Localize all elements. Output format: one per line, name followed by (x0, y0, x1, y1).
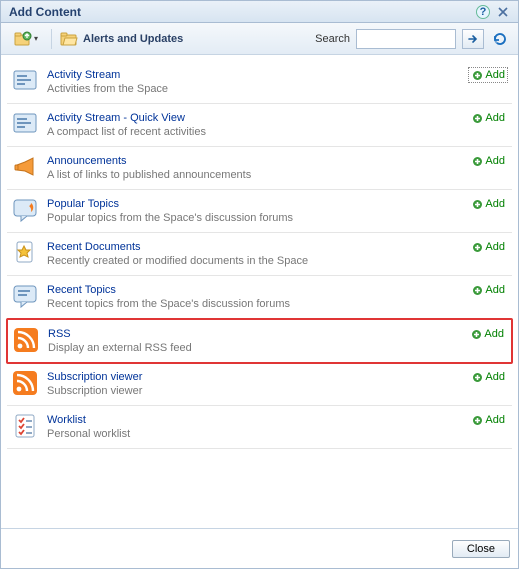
list-item-title[interactable]: Activity Stream - Quick View (47, 112, 468, 124)
list-item-desc: Display an external RSS feed (48, 342, 467, 354)
add-button-label: Add (484, 328, 504, 340)
refresh-icon (491, 30, 509, 48)
worklist-icon (11, 412, 39, 440)
list-item: Popular Topics Popular topics from the Sp… (7, 190, 512, 233)
add-button[interactable]: Add (468, 239, 508, 255)
plus-icon (471, 371, 483, 383)
list-item-body: Activity Stream Activities from the Space (47, 67, 468, 95)
list-item-body: RSS Display an external RSS feed (48, 326, 467, 354)
activity-stream-icon (11, 110, 39, 138)
close-button[interactable]: Close (452, 540, 510, 558)
search-input[interactable] (356, 29, 456, 49)
add-button-label: Add (485, 69, 505, 81)
add-button-label: Add (485, 155, 505, 167)
add-button[interactable]: Add (468, 369, 508, 385)
plus-icon (471, 155, 483, 167)
list-item-desc: Recently created or modified documents i… (47, 255, 468, 267)
arrow-right-icon (467, 33, 479, 45)
dialog-header: Add Content ? (1, 1, 518, 23)
plus-icon (471, 198, 483, 210)
content-list: Activity Stream Activities from the Space… (1, 55, 518, 528)
add-button-label: Add (485, 414, 505, 426)
list-item: Activity Stream Activities from the Space… (7, 61, 512, 104)
dialog-header-actions: ? (476, 5, 510, 19)
folder-up-icon (14, 30, 32, 48)
list-item-desc: A compact list of recent activities (47, 126, 468, 138)
list-item: Subscription viewer Subscription viewer Ad… (7, 363, 512, 406)
add-button[interactable]: Add (468, 153, 508, 169)
list-item: Activity Stream - Quick View A compact li… (7, 104, 512, 147)
rss-icon (12, 326, 40, 354)
list-item-desc: Recent topics from the Space's discussio… (47, 298, 468, 310)
refresh-button[interactable] (490, 29, 510, 49)
plus-icon (470, 328, 482, 340)
toolbar: ▾ Alerts and Updates Search (1, 23, 518, 55)
list-item-body: Activity Stream - Quick View A compact li… (47, 110, 468, 138)
add-content-dialog: Add Content ? ▾ Alerts and Upda (0, 0, 519, 569)
list-item-desc: Subscription viewer (47, 385, 468, 397)
document-star-icon (11, 239, 39, 267)
list-item: Announcements A list of links to publishe… (7, 147, 512, 190)
plus-icon (471, 414, 483, 426)
list-item-desc: Popular topics from the Space's discussi… (47, 212, 468, 224)
add-button[interactable]: Add (468, 67, 508, 83)
announcement-icon (11, 153, 39, 181)
list-item-title[interactable]: Popular Topics (47, 198, 468, 210)
plus-icon (471, 112, 483, 124)
help-icon[interactable]: ? (476, 5, 490, 19)
add-button[interactable]: Add (467, 326, 507, 342)
dialog-title: Add Content (9, 5, 81, 19)
close-icon[interactable] (496, 5, 510, 19)
add-button[interactable]: Add (468, 196, 508, 212)
list-item-body: Recent Topics Recent topics from the Spac… (47, 282, 468, 310)
list-item: Recent Documents Recently created or modi… (7, 233, 512, 276)
list-item-title[interactable]: Worklist (47, 414, 468, 426)
add-button-label: Add (485, 198, 505, 210)
add-button-label: Add (485, 112, 505, 124)
add-button-label: Add (485, 284, 505, 296)
plus-icon (471, 69, 483, 81)
breadcrumb[interactable]: Alerts and Updates (60, 30, 183, 48)
toolbar-separator (51, 29, 52, 49)
list-item-body: Subscription viewer Subscription viewer (47, 369, 468, 397)
list-item-title[interactable]: Recent Topics (47, 284, 468, 296)
list-item-body: Announcements A list of links to publishe… (47, 153, 468, 181)
list-item-title[interactable]: Recent Documents (47, 241, 468, 253)
search-go-button[interactable] (462, 29, 484, 49)
add-button[interactable]: Add (468, 412, 508, 428)
list-item-body: Worklist Personal worklist (47, 412, 468, 440)
activity-stream-icon (11, 67, 39, 95)
list-item-desc: Personal worklist (47, 428, 468, 440)
list-item-body: Recent Documents Recently created or modi… (47, 239, 468, 267)
list-item-title[interactable]: Announcements (47, 155, 468, 167)
chevron-down-icon: ▾ (34, 34, 38, 43)
plus-icon (471, 241, 483, 253)
dialog-footer: Close (1, 528, 518, 568)
list-item-body: Popular Topics Popular topics from the Sp… (47, 196, 468, 224)
list-item-title[interactable]: Activity Stream (47, 69, 468, 81)
breadcrumb-label: Alerts and Updates (83, 33, 183, 45)
folder-open-icon (60, 30, 78, 48)
list-item-title[interactable]: Subscription viewer (47, 371, 468, 383)
list-item-desc: A list of links to published announcemen… (47, 169, 468, 181)
list-item-desc: Activities from the Space (47, 83, 468, 95)
add-button[interactable]: Add (468, 282, 508, 298)
search-label: Search (315, 33, 350, 45)
recent-topics-icon (11, 282, 39, 310)
add-button[interactable]: Add (468, 110, 508, 126)
list-item: RSS Display an external RSS feed Add (6, 318, 513, 364)
list-item: Worklist Personal worklist Add (7, 406, 512, 449)
plus-icon (471, 284, 483, 296)
list-item: Recent Topics Recent topics from the Spac… (7, 276, 512, 319)
toolbar-right: Search (315, 29, 510, 49)
popular-topics-icon (11, 196, 39, 224)
nav-up-button[interactable]: ▾ (9, 27, 43, 51)
list-item-title[interactable]: RSS (48, 328, 467, 340)
add-button-label: Add (485, 371, 505, 383)
add-button-label: Add (485, 241, 505, 253)
rss-icon (11, 369, 39, 397)
